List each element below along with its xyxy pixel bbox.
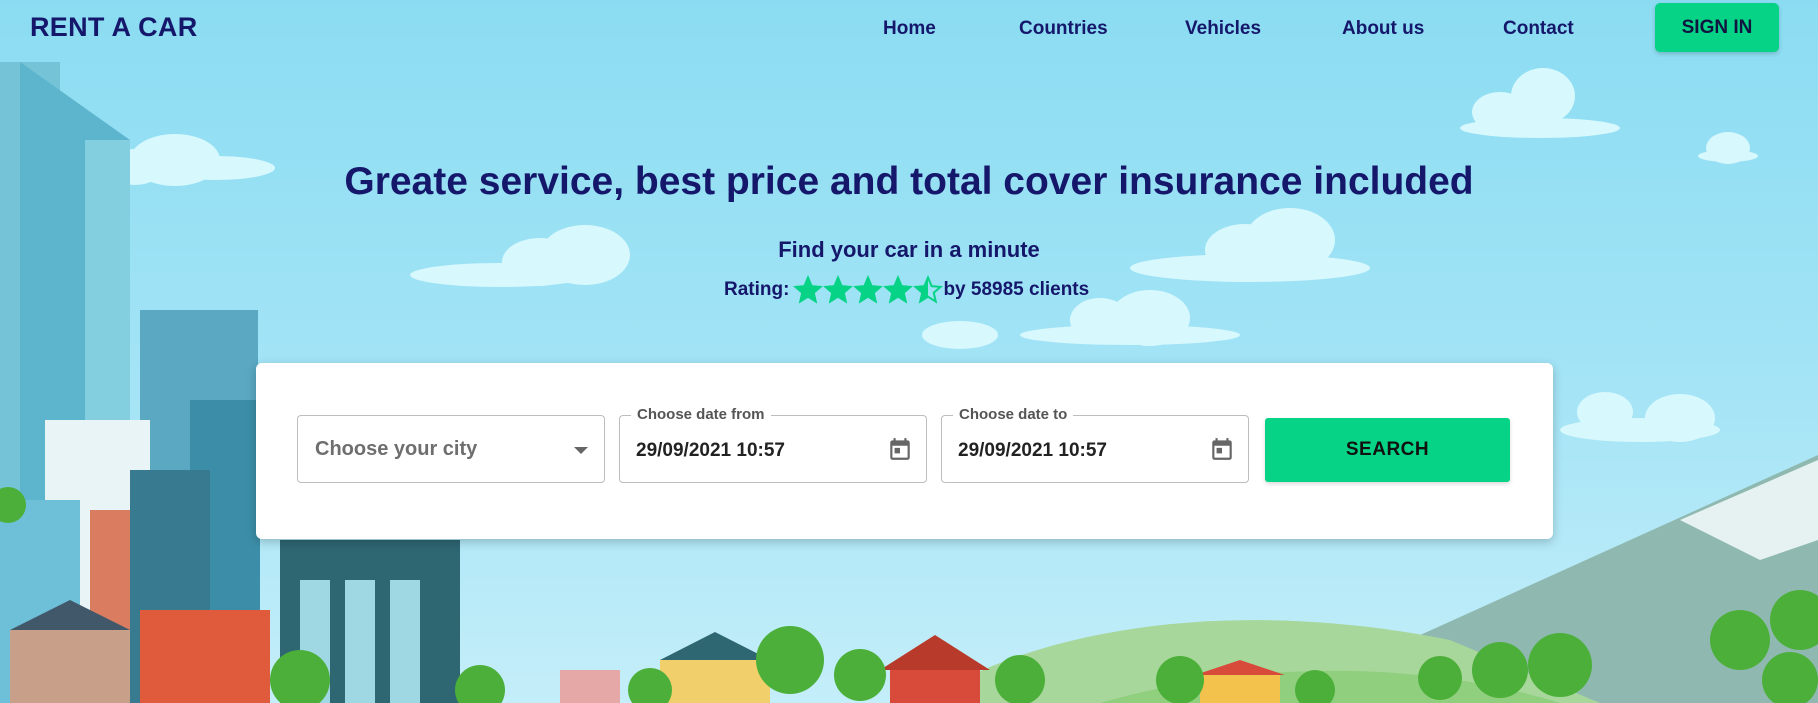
- city-background: [0, 0, 1818, 703]
- sign-in-button[interactable]: SIGN IN: [1655, 3, 1779, 52]
- nav-about-us[interactable]: About us: [1342, 18, 1424, 40]
- hero-title: Greate service, best price and total cov…: [344, 160, 1474, 203]
- search-button[interactable]: SEARCH: [1265, 418, 1510, 482]
- search-card: Choose your city Choose date from 29/09/…: [256, 363, 1553, 539]
- nav-vehicles[interactable]: Vehicles: [1185, 18, 1261, 40]
- city-illustration: [0, 62, 1818, 703]
- calendar-icon[interactable]: [1209, 436, 1235, 462]
- rating-suffix: by 58985 clients: [943, 279, 1090, 300]
- date-from-label: Choose date from: [631, 406, 771, 423]
- star-icon: [913, 275, 944, 304]
- city-select-placeholder: Choose your city: [315, 438, 478, 460]
- city-select[interactable]: Choose your city: [297, 415, 605, 483]
- star-icon: [883, 275, 914, 304]
- hero-subtitle: Find your car in a minute: [778, 237, 1040, 262]
- nav-home[interactable]: Home: [883, 18, 936, 40]
- date-to-value[interactable]: 29/09/2021 10:57: [958, 440, 1107, 462]
- chevron-down-icon[interactable]: [574, 447, 588, 454]
- rating-label: Rating:: [724, 279, 790, 300]
- calendar-icon[interactable]: [887, 436, 913, 462]
- rating-row: Rating: by 58985 clients: [724, 275, 1089, 305]
- rating-stars: [793, 275, 944, 305]
- date-to-field[interactable]: Choose date to 29/09/2021 10:57: [941, 406, 1249, 483]
- star-icon: [853, 275, 884, 304]
- top-navbar: RENT A CAR Home Countries Vehicles About…: [0, 0, 1818, 58]
- date-from-value[interactable]: 29/09/2021 10:57: [636, 440, 785, 462]
- date-to-label: Choose date to: [953, 406, 1074, 423]
- star-icon: [793, 275, 824, 304]
- star-icon: [823, 275, 854, 304]
- date-from-field[interactable]: Choose date from 29/09/2021 10:57: [619, 406, 927, 483]
- nav-countries[interactable]: Countries: [1019, 18, 1108, 40]
- nav-contact[interactable]: Contact: [1503, 18, 1574, 40]
- brand-logo[interactable]: RENT A CAR: [30, 12, 198, 43]
